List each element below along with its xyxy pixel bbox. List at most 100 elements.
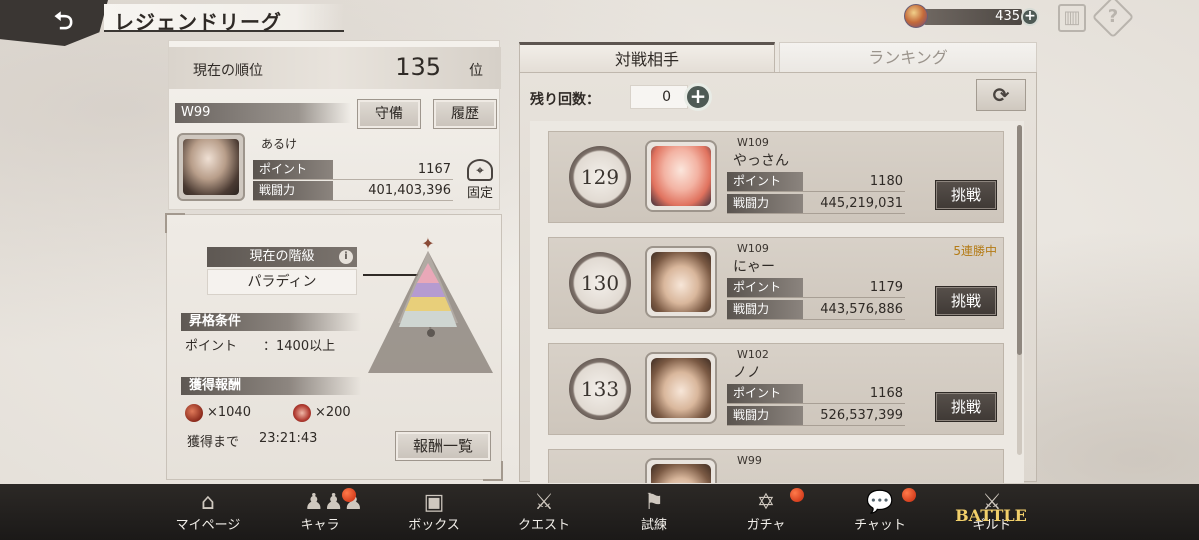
- title-bar: レジェンドリーグ: [104, 4, 344, 34]
- opponent-power-label: 戦闘力: [727, 406, 803, 425]
- info-icon[interactable]: i: [339, 250, 353, 264]
- opponent-power-value: 445,219,031: [820, 196, 903, 211]
- current-rank-unit: 位: [469, 63, 483, 79]
- nav-label-chat: チャット: [854, 518, 906, 533]
- opponent-avatar[interactable]: [645, 352, 717, 424]
- refresh-button[interactable]: ⟳: [976, 79, 1026, 111]
- player-avatar[interactable]: [177, 133, 245, 201]
- tier-value: パラディン: [207, 269, 357, 295]
- notification-badge: [342, 488, 356, 502]
- tab-ranking[interactable]: ランキング: [779, 42, 1037, 72]
- opponent-avatar[interactable]: [645, 140, 717, 212]
- player-name: あるけ: [261, 137, 298, 151]
- opponent-avatar-image: [651, 252, 711, 312]
- opponent-point-row: ポイント 1180: [727, 172, 905, 192]
- challenge-button[interactable]: 挑戦: [935, 392, 997, 422]
- reward-medal-icon: [293, 404, 311, 422]
- opponent-avatar-image: [651, 464, 711, 483]
- current-rank-label: 現在の順位: [193, 63, 263, 79]
- nav-label-mypage: マイページ: [175, 518, 241, 533]
- remaining-add-button[interactable]: +: [684, 83, 712, 111]
- back-arrow-icon: ⮌: [54, 7, 74, 35]
- fix-button[interactable]: ⌖ 固定: [461, 159, 499, 201]
- pin-icon: ⌖: [467, 159, 493, 181]
- remaining-label: 残り回数：: [530, 92, 600, 108]
- current-rank-row: 現在の順位 135 位: [169, 47, 501, 89]
- currency-display: 435 +: [904, 4, 1039, 28]
- nav-label-gacha: ガチャ: [746, 518, 786, 533]
- opponent-point-label: ポイント: [727, 278, 803, 297]
- reward-list-button[interactable]: 報酬一覧: [395, 431, 491, 461]
- chat-bubble-icon: 💬: [866, 490, 894, 515]
- player-power-value: 401,403,396: [368, 183, 451, 198]
- opponent-name: やっさん: [733, 153, 789, 169]
- opponent-rank: 130: [580, 271, 620, 295]
- player-point-row: ポイント 1167: [253, 160, 453, 180]
- page-title: レジェンドリーグ: [114, 10, 282, 34]
- nav-chat[interactable]: 💬 チャット: [828, 484, 932, 540]
- player-power-row: 戦闘力 401,403,396: [253, 181, 453, 201]
- opponent-world: W109: [737, 136, 769, 149]
- fix-label: 固定: [466, 186, 493, 201]
- opponent-rank-badge: 133: [569, 358, 631, 420]
- tab-opponents[interactable]: 対戦相手: [519, 42, 775, 72]
- defense-button[interactable]: 守備: [357, 99, 421, 129]
- opponent-point-row: ポイント 1168: [727, 384, 905, 404]
- opponent-card: 130 W109 にゃー 5連勝中 ポイント 1179 戦闘力 443,576,…: [548, 237, 1004, 329]
- history-button[interactable]: 履歴: [433, 99, 497, 129]
- opponent-world: W109: [737, 242, 769, 255]
- svg-text:✦: ✦: [421, 234, 434, 253]
- opponent-world: W102: [737, 348, 769, 361]
- player-point-value: 1167: [417, 162, 451, 177]
- nav-chara[interactable]: ♟♟♟ キャラ: [268, 484, 372, 540]
- opponent-avatar[interactable]: [645, 458, 717, 483]
- opponent-point-value: 1168: [869, 386, 903, 401]
- promotion-head: 昇格条件: [181, 313, 361, 331]
- opponent-avatar-image: [651, 358, 711, 418]
- opponent-power-row: 戦闘力 445,219,031: [727, 194, 905, 214]
- hexagram-icon: ✡: [756, 490, 776, 515]
- opponent-point-value: 1179: [869, 280, 903, 295]
- opponent-point-value: 1180: [869, 174, 903, 189]
- reward-until-timer: 23:21:43: [259, 431, 318, 446]
- nav-quest[interactable]: ⚔ クエスト: [492, 484, 596, 540]
- promotion-condition-label: ポイント: [185, 339, 238, 354]
- opponent-power-value: 443,576,886: [820, 302, 903, 317]
- nav-trial[interactable]: ⚑ 試練: [602, 484, 706, 540]
- opponent-list[interactable]: 129 W109 やっさん ポイント 1180 戦闘力 445,219,031 …: [530, 121, 1024, 483]
- tier-panel: 現在の階級 i パラディン ✦ 昇格条件 ポイント ：1400以上 獲得報酬 ×…: [165, 213, 503, 481]
- characters-icon: ♟♟♟: [304, 490, 364, 515]
- remaining-value: 0: [630, 85, 688, 109]
- my-rank-panel: 現在の順位 135 位 W99 守備 履歴 あるけ ポイント 1167 戦闘力 …: [168, 40, 501, 210]
- opponent-rank-badge: 130: [569, 252, 631, 314]
- bottom-nav: ⌂ マイページ ♟♟♟ キャラ ▣ ボックス ⚔ クエスト ⚑ 試練 ✡ ガチャ…: [0, 484, 1199, 540]
- currency-value: 435: [995, 9, 1020, 24]
- home-icon: ⌂: [201, 490, 215, 515]
- opponent-power-label: 戦闘力: [727, 300, 803, 319]
- opponent-avatar[interactable]: [645, 246, 717, 318]
- nav-mypage[interactable]: ⌂ マイページ: [156, 484, 260, 540]
- box-icon: ▣: [423, 490, 445, 515]
- opponent-world: W99: [737, 454, 762, 467]
- crossed-swords-icon: ⚔: [534, 490, 554, 515]
- menu-icon[interactable]: ▥: [1058, 4, 1086, 32]
- scrollbar-thumb[interactable]: [1017, 125, 1022, 355]
- opponent-power-row: 戦闘力 526,537,399: [727, 406, 905, 426]
- challenge-button[interactable]: 挑戦: [935, 286, 997, 316]
- battle-logo: BATTLE: [955, 506, 1027, 525]
- opponent-rank-badge: 129: [569, 146, 631, 208]
- challenge-button[interactable]: 挑戦: [935, 180, 997, 210]
- player-world-tag: W99: [175, 103, 351, 123]
- current-rank-value: 135: [395, 53, 441, 81]
- currency-add-button[interactable]: +: [1021, 8, 1039, 26]
- promotion-condition-value: ：1400以上: [263, 339, 336, 354]
- opponent-name: ノノ: [733, 365, 761, 381]
- player-avatar-image: [183, 139, 239, 195]
- notification-badge: [902, 488, 916, 502]
- opponent-rank: 129: [580, 165, 620, 189]
- nav-box[interactable]: ▣ ボックス: [382, 484, 486, 540]
- win-streak-badge: 5連勝中: [953, 244, 997, 258]
- nav-label-quest: クエスト: [517, 518, 570, 533]
- notification-badge: [790, 488, 804, 502]
- opponent-power-row: 戦闘力 443,576,886: [727, 300, 905, 320]
